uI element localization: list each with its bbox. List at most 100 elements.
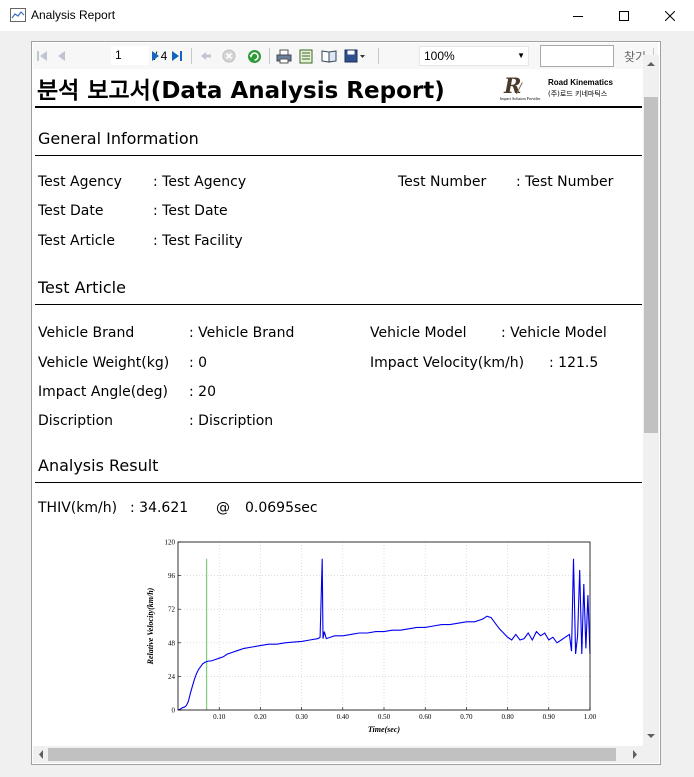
first-page-icon xyxy=(37,51,47,61)
test-article-value: : Test Facility xyxy=(153,233,243,249)
company-logo: R / Road Kinematics (주)로드 키네마틱스 Impact S… xyxy=(500,73,613,102)
y-tick-label: 48 xyxy=(168,639,176,647)
velocity-chart: 0.10 0.20 0.30 0.40 0.50 0.60 0.70 0.80 0.90 1.00… xyxy=(146,539,597,735)
vehicle-model-value: : Vehicle Model xyxy=(501,325,607,341)
prev-page-button[interactable] xyxy=(55,47,69,65)
impact-angle-label: Impact Angle(deg) xyxy=(38,384,169,400)
back-button[interactable] xyxy=(199,47,213,65)
thiv-value: : 34.621 xyxy=(130,500,189,516)
y-tick-label: 120 xyxy=(165,539,176,547)
chart-window-icon xyxy=(10,8,26,22)
logo-korean-text: (주)로드 키네마틱스 xyxy=(548,90,608,98)
section-divider xyxy=(35,304,642,305)
x-tick-label: 0.40 xyxy=(337,713,350,721)
refresh-icon xyxy=(247,49,261,63)
x-tick-label: 0.50 xyxy=(378,713,391,721)
discription-label: Discription xyxy=(38,413,114,429)
x-tick-label: 0.70 xyxy=(460,713,473,721)
close-icon xyxy=(665,10,675,21)
x-tick-label: 0.80 xyxy=(501,713,514,721)
back-icon xyxy=(201,52,211,60)
export-button[interactable] xyxy=(343,47,367,65)
section-heading-general: General Information xyxy=(38,129,199,148)
x-axis-label: Time(sec) xyxy=(368,725,400,734)
logo-tagline-text: Impact Solution Provider xyxy=(500,96,541,101)
impact-angle-value: : 20 xyxy=(189,384,216,400)
horizontal-scroll-thumb[interactable] xyxy=(48,748,616,761)
x-tick-label: 0.90 xyxy=(543,713,556,721)
test-date-label: Test Date xyxy=(38,203,104,219)
impact-velocity-label: Impact Velocity(km/h) xyxy=(370,355,525,371)
report-title: 분석 보고서(Data Analysis Report) xyxy=(37,78,445,104)
x-tick-label: 0.20 xyxy=(254,713,267,721)
y-tick-label: 0 xyxy=(172,707,176,715)
maximize-icon xyxy=(619,10,629,21)
stop-icon xyxy=(222,49,236,63)
scroll-down-icon xyxy=(647,734,655,738)
test-number-value: : Test Number xyxy=(516,174,614,190)
test-article-label: Test Article xyxy=(38,233,115,249)
refresh-button[interactable] xyxy=(246,47,262,65)
next-page-icon xyxy=(152,51,159,61)
last-page-icon xyxy=(171,51,182,61)
section-heading-article: Test Article xyxy=(38,278,126,297)
impact-velocity-value: : 121.5 xyxy=(549,355,599,371)
test-number-label: Test Number xyxy=(398,174,487,190)
close-button[interactable] xyxy=(647,0,693,31)
page-number-input[interactable]: 1 xyxy=(111,46,149,65)
print-icon xyxy=(276,49,292,63)
next-page-button[interactable] xyxy=(148,47,162,65)
section-divider xyxy=(35,155,642,156)
y-tick-label: 24 xyxy=(168,673,176,681)
logo-brand-text: Road Kinematics xyxy=(548,78,613,87)
y-tick-label: 96 xyxy=(168,572,176,580)
chevron-down-icon: ▼ xyxy=(517,51,525,60)
y-axis-label: Relative Velocity(km/h) xyxy=(146,587,155,665)
window-title: Analysis Report xyxy=(31,8,116,22)
print-layout-icon xyxy=(321,50,337,63)
section-divider xyxy=(35,482,642,483)
x-tick-label: 0.30 xyxy=(295,713,308,721)
report-page: 분석 보고서(Data Analysis Report) R / Road Ki… xyxy=(33,70,643,746)
print-button[interactable] xyxy=(275,47,293,65)
minimize-icon xyxy=(573,15,583,17)
stop-button[interactable] xyxy=(221,47,237,65)
maximize-button[interactable] xyxy=(601,0,647,31)
x-tick-label: 0.60 xyxy=(419,713,432,721)
vehicle-model-label: Vehicle Model xyxy=(370,325,467,341)
test-date-value: : Test Date xyxy=(153,203,228,219)
title-divider xyxy=(35,106,642,108)
last-page-button[interactable] xyxy=(169,47,185,65)
zoom-select[interactable]: 100% ▼ xyxy=(419,46,529,66)
scroll-left-icon xyxy=(39,750,43,759)
page-setup-button[interactable] xyxy=(298,47,314,65)
test-agency-value: : Test Agency xyxy=(153,174,247,190)
x-tick-label: 0.10 xyxy=(213,713,226,721)
search-input[interactable] xyxy=(540,45,614,67)
print-layout-button[interactable] xyxy=(320,47,338,65)
thiv-at-symbol: @ xyxy=(216,500,230,516)
report-toolbar: 1 / 4 100% ▼ 찾기 xyxy=(33,43,658,69)
zoom-value: 100% xyxy=(424,49,455,63)
scroll-up-icon xyxy=(647,62,655,66)
title-bar: Analysis Report xyxy=(0,0,694,31)
svg-text:/: / xyxy=(515,81,523,97)
scroll-right-icon xyxy=(633,750,637,759)
section-heading-result: Analysis Result xyxy=(38,456,159,475)
vertical-scroll-thumb[interactable] xyxy=(644,97,658,433)
toolbar-divider xyxy=(191,48,192,64)
vehicle-brand-label: Vehicle Brand xyxy=(38,325,135,341)
first-page-button[interactable] xyxy=(35,47,49,65)
toolbar-divider xyxy=(378,48,379,64)
vehicle-brand-value: : Vehicle Brand xyxy=(189,325,295,341)
vehicle-weight-value: : 0 xyxy=(189,355,208,371)
thiv-label: THIV(km/h) xyxy=(38,500,118,516)
toolbar-divider xyxy=(269,48,270,64)
test-agency-label: Test Agency xyxy=(38,174,122,190)
export-icon xyxy=(344,49,365,63)
page-setup-icon xyxy=(299,49,313,63)
x-tick-label: 1.00 xyxy=(584,713,597,721)
discription-value: : Discription xyxy=(189,413,274,429)
prev-page-icon xyxy=(58,51,65,61)
minimize-button[interactable] xyxy=(555,0,601,31)
